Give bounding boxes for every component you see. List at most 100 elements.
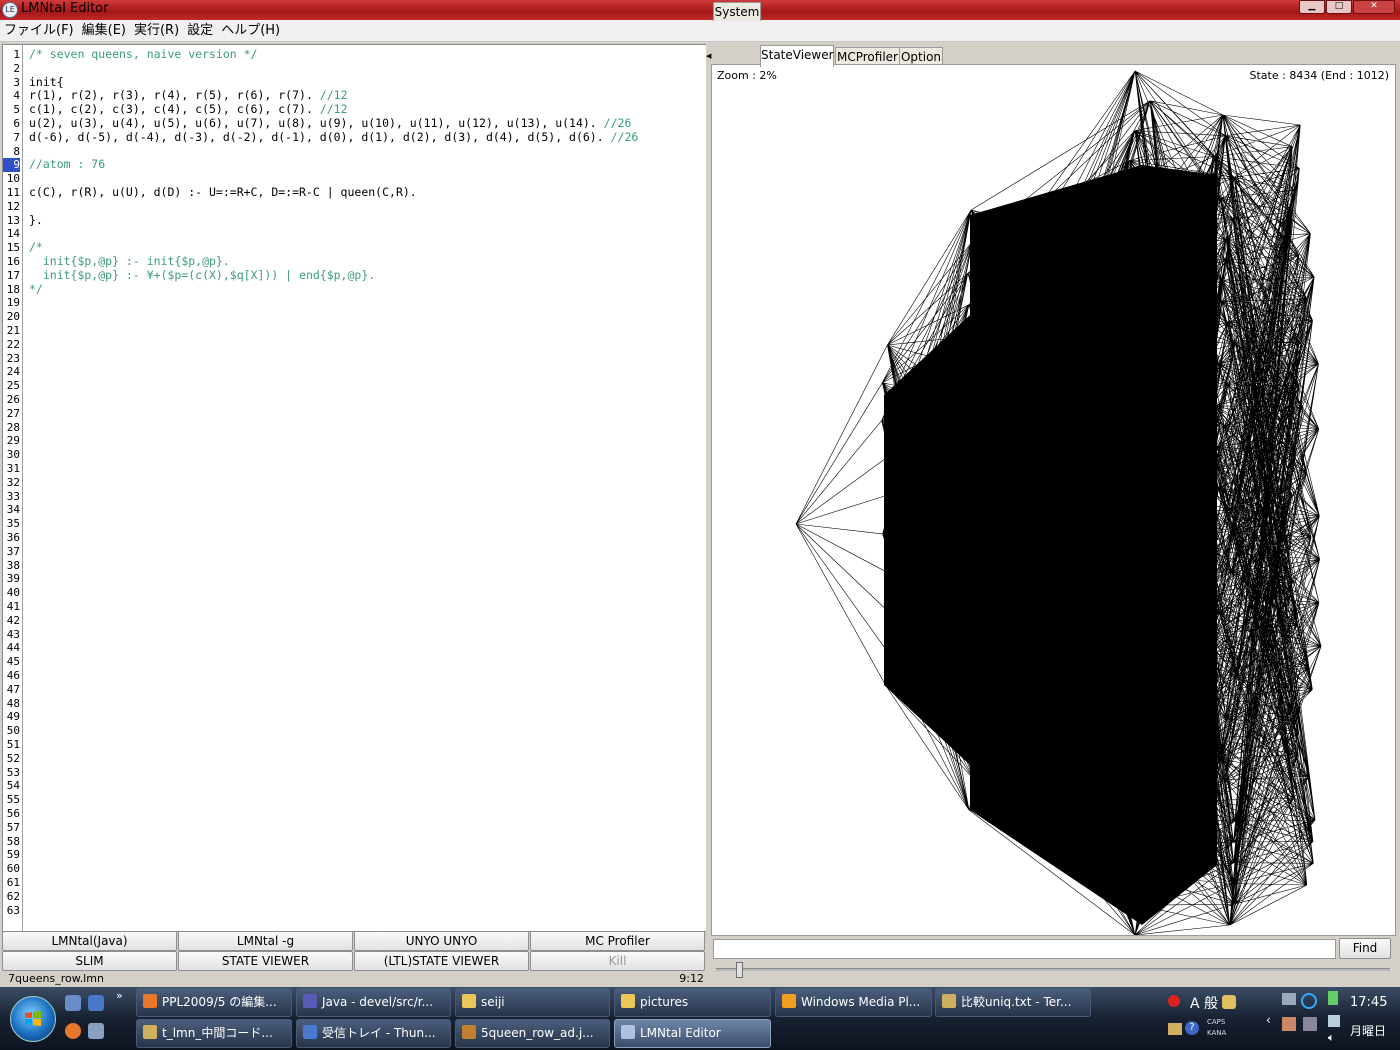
maximize-button[interactable]: □ <box>1326 0 1352 14</box>
line-number: 46 <box>6 669 20 682</box>
code-line: c(1), c(2), c(3), c(4), c(5), c(6), c(7)… <box>29 102 348 117</box>
status-bar: 7queens_row.lmn 9:12 <box>2 971 707 987</box>
code-line: /* <box>29 240 43 255</box>
line-number: 61 <box>6 876 20 889</box>
line-number: 57 <box>6 820 20 834</box>
code-editor[interactable]: 1 2 3 4 5 6 7 8 9 10 11 12 13 14 15 16 17 18 19 20 21 22 23 24 2… <box>2 44 707 932</box>
menu-settings[interactable]: 設定 <box>183 20 217 41</box>
line-number: 3 <box>13 75 20 89</box>
line-number: 51 <box>6 738 20 751</box>
code-line: /* seven queens, naive version */ <box>29 47 257 62</box>
quicklaunch-expand-icon[interactable]: » <box>116 989 123 1002</box>
lmntal-g-button[interactable]: LMNtal -g <box>178 931 353 951</box>
slim-button[interactable]: SLIM <box>2 951 177 971</box>
line-number: 39 <box>6 572 20 586</box>
line-number: 23 <box>6 351 20 365</box>
minimize-button[interactable]: ▁ <box>1299 0 1325 14</box>
slider-thumb[interactable] <box>736 962 743 978</box>
clock[interactable]: 17:45 <box>1350 995 1387 1010</box>
code-comment: //12 <box>319 88 348 103</box>
ime-tool-icon[interactable] <box>1222 995 1236 1009</box>
terapad-icon <box>942 994 956 1008</box>
taskbar-button-label: t_lmn_中間コード... <box>162 1026 273 1040</box>
code-text: c(1), c(2), c(3), c(4), c(5), c(6), c(7)… <box>29 102 320 117</box>
state-slider[interactable] <box>716 962 1390 978</box>
taskbar-button-label: 受信トレイ - Thun... <box>322 1026 436 1040</box>
menu-edit[interactable]: 編集(E) <box>78 20 130 41</box>
state-viewer-canvas[interactable]: Zoom : 2% State : 8434 (End : 1012) <box>711 64 1396 936</box>
line-number: 10 <box>6 172 20 186</box>
taskbar-button-label: pictures <box>640 995 689 1009</box>
image-viewer-icon <box>462 1025 476 1039</box>
tab-state-viewer[interactable]: StateViewer <box>760 45 834 67</box>
sync-icon[interactable] <box>1301 993 1317 1009</box>
taskbar-button[interactable]: 比較uniq.txt - Ter... <box>935 988 1091 1017</box>
display-tray-icon[interactable] <box>1303 1017 1317 1031</box>
kill-button[interactable]: Kill <box>530 951 705 971</box>
show-desktop-icon[interactable] <box>65 995 81 1011</box>
firefox-quicklaunch-icon[interactable] <box>65 1023 81 1039</box>
battery-icon[interactable] <box>1328 991 1338 1005</box>
help-icon[interactable]: ? <box>1185 1021 1199 1035</box>
thunderbird-icon <box>303 1025 317 1039</box>
line-number: 55 <box>6 793 20 807</box>
find-button[interactable]: Find <box>1339 938 1391 959</box>
line-number: 31 <box>6 462 20 475</box>
ime-indicator[interactable]: A 般 <box>1190 993 1218 1013</box>
taskbar-button[interactable]: 受信トレイ - Thun... <box>296 1019 451 1048</box>
line-number: 18 <box>6 282 20 296</box>
ltl-state-viewer-button[interactable]: (LTL)STATE VIEWER <box>354 951 529 971</box>
mc-profiler-button[interactable]: MC Profiler <box>530 931 705 951</box>
line-number: 1 <box>13 48 20 61</box>
kana-indicator: KANA <box>1207 1029 1227 1037</box>
eclipse-icon <box>303 994 317 1008</box>
network-icon[interactable] <box>1282 993 1296 1005</box>
zoom-level: Zoom : 2% <box>717 69 777 82</box>
code-text: d(-6), d(-5), d(-4), d(-3), d(-2), d(-1)… <box>29 129 611 144</box>
code-comment: //12 <box>319 102 348 117</box>
find-input[interactable] <box>713 939 1336 959</box>
volume-icon[interactable]: 🔈︎ <box>1328 1031 1335 1045</box>
tool-tray-icon[interactable] <box>1282 1017 1296 1031</box>
state-count: State : 8434 (End : 1012) <box>1249 69 1390 82</box>
tab-system[interactable]: System <box>713 2 761 21</box>
taskbar-button[interactable]: 5queen_row_ad.j... <box>455 1019 610 1048</box>
slider-track <box>716 968 1390 971</box>
menu-run[interactable]: 実行(R) <box>130 20 183 41</box>
code-text: r(1), r(2), r(3), r(4), r(5), r(6), r(7)… <box>29 88 320 103</box>
code-line: }. <box>29 213 43 228</box>
taskbar-button[interactable]: seiji <box>455 988 610 1017</box>
taskbar-button-label: seiji <box>481 995 505 1009</box>
line-number-gutter: 1 2 3 4 5 6 7 8 9 10 11 12 13 14 15 16 17 18 19 20 21 22 23 24 2… <box>3 45 23 931</box>
notification-icon[interactable] <box>1168 995 1180 1007</box>
code-line: d(-6), d(-5), d(-4), d(-3), d(-2), d(-1)… <box>29 129 638 145</box>
line-number: 63 <box>6 903 20 917</box>
code-line: init{$p,@p} :- ¥+($p=(c(X),$q[X])) | end… <box>29 268 375 283</box>
system-tray: A 般 ? CAPS KANA ‹ 🔈︎ 17:45 月曜日 <box>1160 987 1400 1050</box>
start-button[interactable] <box>10 996 56 1042</box>
tray-package-icon[interactable] <box>1168 1023 1182 1035</box>
close-button[interactable]: ✕ <box>1353 0 1395 14</box>
lmntal-java-button[interactable]: LMNtal(Java) <box>2 931 177 951</box>
taskbar-button-label: Windows Media Pl... <box>801 995 921 1009</box>
computer-quicklaunch-icon[interactable] <box>88 1023 104 1039</box>
unyo-unyo-button[interactable]: UNYO UNYO <box>354 931 529 951</box>
taskbar-button[interactable]: t_lmn_中間コード... <box>136 1019 292 1048</box>
taskbar-button[interactable]: PPL2009/5 の編集... <box>136 988 292 1017</box>
state-viewer-button[interactable]: STATE VIEWER <box>178 951 353 971</box>
taskbar-button[interactable]: LMNtal Editor <box>614 1019 771 1048</box>
switch-windows-icon[interactable] <box>88 995 104 1011</box>
taskbar-button[interactable]: Windows Media Pl... <box>775 988 932 1017</box>
line-number: 53 <box>6 765 20 779</box>
divider-left-arrow-icon[interactable]: ◀ <box>706 52 711 60</box>
folder-icon <box>462 994 476 1008</box>
line-number: 24 <box>6 365 20 379</box>
menu-file[interactable]: ファイル(F) <box>0 20 78 41</box>
code-line: u(2), u(3), u(4), u(5), u(6), u(7), u(8)… <box>29 116 631 131</box>
taskbar-button[interactable]: Java - devel/src/r... <box>296 988 451 1017</box>
monitor-tray-icon[interactable] <box>1328 1015 1340 1027</box>
menu-help[interactable]: ヘルプ(H) <box>217 20 284 41</box>
taskbar-button[interactable]: pictures <box>614 988 771 1017</box>
split-pane-divider[interactable] <box>706 44 710 984</box>
tray-expand-icon[interactable]: ‹ <box>1266 1013 1271 1027</box>
